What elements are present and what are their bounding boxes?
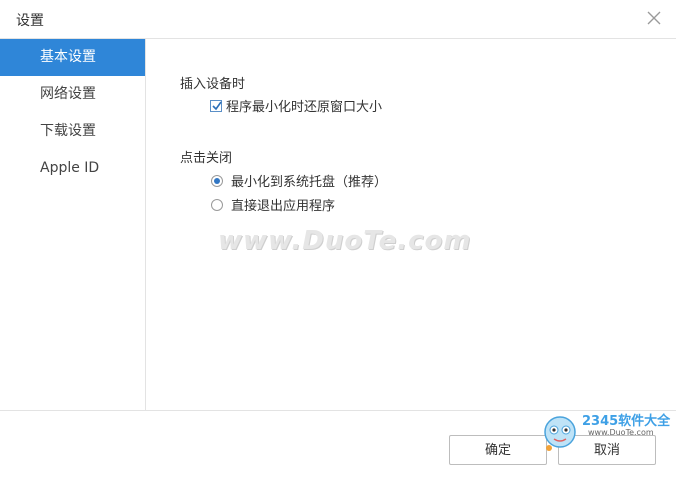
sidebar-item-download-settings[interactable]: 下载设置 [0,113,145,150]
site-logo: 2345软件大全 www.DuoTe.com [538,408,676,464]
title-bar: 设置 [0,0,676,39]
logo-text: 2345软件大全 [582,414,671,429]
restore-window-label: 程序最小化时还原窗口大小 [226,100,383,115]
exit-app-radio[interactable] [211,198,223,211]
exit-app-option[interactable]: 直接退出应用程序 [211,195,335,214]
restore-window-option[interactable]: 程序最小化时还原窗口大小 [210,96,382,115]
sidebar-item-apple-id[interactable]: Apple ID [0,150,145,187]
sidebar-item-network-settings[interactable]: 网络设置 [0,76,145,113]
minimize-to-tray-option[interactable]: 最小化到系统托盘（推荐） [211,171,387,190]
window-title: 设置 [16,13,44,29]
close-icon[interactable] [644,8,664,28]
minimize-to-tray-radio[interactable] [211,174,223,187]
device-section-title: 插入设备时 [180,77,246,92]
logo-url: www.DuoTe.com [588,428,654,437]
settings-content: 插入设备时 程序最小化时还原窗口大小 点击关闭 最小化到系统托盘（推荐） 直接退… [146,39,676,410]
restore-window-checkbox[interactable] [210,99,222,112]
exit-app-label: 直接退出应用程序 [231,199,336,214]
watermark-text: www.DuoTe.com [218,226,472,256]
mascot-icon [544,416,576,451]
close-section-title: 点击关闭 [180,151,233,166]
sidebar-item-basic-settings[interactable]: 基本设置 [0,39,145,76]
ok-button[interactable]: 确定 [449,435,547,465]
sidebar: 基本设置 网络设置 下载设置 Apple ID [0,39,146,410]
checkmark-icon [212,101,222,110]
minimize-to-tray-label: 最小化到系统托盘（推荐） [231,175,388,190]
